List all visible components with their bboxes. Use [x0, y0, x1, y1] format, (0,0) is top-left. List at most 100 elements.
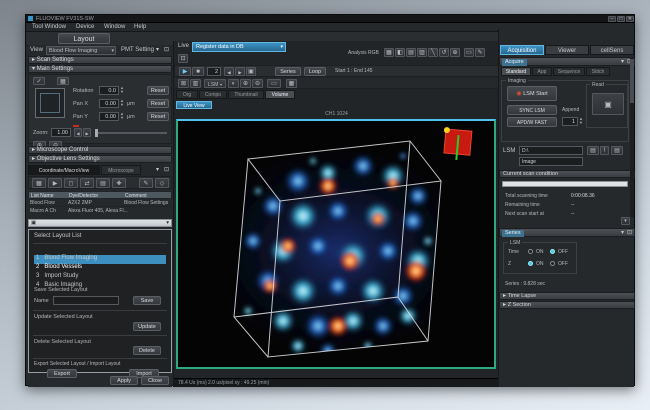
rotation-spinner[interactable]: ▲▼ — [120, 86, 124, 94]
image-name-input[interactable] — [519, 157, 583, 166]
z-section-bar[interactable]: ▸ Z Section — [499, 301, 635, 309]
acquire-tab[interactable]: Acquire — [502, 59, 527, 66]
device-dock-icon[interactable]: ⊡ — [164, 166, 169, 173]
analysis-grid-icon[interactable]: ▦ — [384, 48, 394, 57]
rotation-input[interactable] — [99, 86, 119, 95]
layout-name-input[interactable] — [53, 296, 119, 305]
menu-device[interactable]: Device — [76, 24, 94, 30]
analysis-add-icon[interactable]: ⊕ — [450, 48, 460, 57]
frame-count-input[interactable] — [207, 67, 221, 76]
loop-button[interactable]: Loop — [304, 67, 326, 76]
expand-down-icon[interactable]: ▾ — [621, 217, 630, 225]
pmt-setting-tab[interactable]: PMT Setting — [121, 47, 154, 53]
pan-y-reset-button[interactable]: Reset — [147, 112, 169, 121]
panel-dock-icon[interactable]: ⊡ — [164, 46, 169, 53]
tab-stitch[interactable]: Stitch — [586, 67, 610, 76]
time-off-radio[interactable] — [550, 249, 555, 254]
scan-area-preview[interactable] — [35, 88, 65, 118]
list-item[interactable]: 1Blood Flow Imaging — [34, 246, 166, 255]
tab-sequence[interactable]: Sequence — [553, 67, 585, 76]
grid-toggle-icon[interactable]: ▦ — [57, 77, 69, 85]
menu-window[interactable]: Window — [104, 24, 125, 30]
play-icon[interactable]: ▶ — [179, 67, 191, 76]
series-caret-icon[interactable]: ▾ — [621, 230, 624, 237]
zoom-inc-icon[interactable]: ▶ — [83, 128, 91, 137]
export-button[interactable]: Export — [47, 369, 77, 378]
zoom-out-icon[interactable]: ⊖ — [252, 79, 263, 88]
rect-icon[interactable]: ▭ — [267, 79, 281, 88]
zoom-input[interactable] — [51, 128, 71, 137]
folder-open-icon[interactable]: ▤ — [587, 146, 599, 155]
tab-compo[interactable]: Compo — [199, 90, 227, 99]
collapse-icon[interactable]: ▾ — [166, 220, 169, 226]
device-caret-icon[interactable]: ▾ — [156, 166, 159, 173]
z-on-radio[interactable] — [528, 261, 533, 266]
pan-x-spinner[interactable]: ▲▼ — [120, 99, 124, 107]
save-button[interactable]: Save — [133, 296, 161, 305]
pen-icon[interactable]: ✎ — [139, 178, 153, 188]
update-button[interactable]: Update — [133, 322, 161, 331]
time-lapse-bar[interactable]: ▸ Time Lapse — [499, 292, 635, 300]
stage-icon[interactable]: ◻ — [64, 178, 78, 188]
delete-button[interactable]: Delete — [133, 346, 161, 355]
menu-help[interactable]: Help — [134, 24, 146, 30]
cell-icon[interactable]: ▥ — [190, 79, 201, 88]
swap-icon[interactable]: ⇄ — [80, 178, 94, 188]
scan-settings-bar[interactable]: ▸ Scan Settings — [28, 56, 172, 64]
series-button[interactable]: Series — [275, 67, 301, 76]
apd-fast-button[interactable]: APD/W FAST — [507, 117, 557, 127]
list-item-selected[interactable]: 2Blood Vessels — [34, 255, 166, 264]
play-icon[interactable]: ▶ — [48, 178, 62, 188]
next-frame-icon[interactable]: ▶ — [235, 67, 245, 76]
panel-caret-icon[interactable]: ▾ — [156, 46, 159, 53]
tab-coordinate-macroview[interactable]: Coordinate/MacroView — [28, 165, 100, 175]
time-on-radio[interactable] — [528, 249, 533, 254]
microscope-control-bar[interactable]: ▸ Microscope Control — [28, 146, 172, 154]
stop-icon[interactable]: ■ — [192, 67, 204, 76]
pan-x-reset-button[interactable]: Reset — [147, 99, 169, 108]
series-dock-icon[interactable]: ⊡ — [627, 230, 632, 237]
settings-icon[interactable]: ◇ — [155, 178, 169, 188]
list-icon[interactable]: ▤ — [96, 178, 110, 188]
menu-tool-window[interactable]: Tool Window — [32, 24, 66, 30]
tab-standard[interactable]: Standard — [501, 67, 531, 76]
pan-x-input[interactable] — [99, 99, 119, 108]
analysis-hatch-icon[interactable]: ▨ — [417, 48, 427, 57]
zoom-in-icon[interactable]: ⊕ — [240, 79, 251, 88]
frame-icon[interactable]: ▣ — [246, 67, 256, 76]
list-item[interactable]: 4Basic Imaging — [34, 273, 166, 282]
zoom-slider-thumb[interactable] — [95, 129, 98, 137]
tab-thumbnail[interactable]: Thumbnail — [228, 90, 264, 99]
scrollbar-thumb[interactable] — [630, 59, 634, 103]
read-image-button[interactable]: ▣ — [592, 93, 624, 115]
apply-button[interactable]: Apply — [110, 376, 138, 385]
analysis-line-icon[interactable]: ╲ — [428, 48, 438, 57]
header-caret-icon[interactable]: ▾ — [621, 59, 624, 66]
objective-lens-bar[interactable]: ▸ Objective Lens Settings — [28, 155, 172, 163]
analysis-split-icon[interactable]: ◧ — [395, 48, 405, 57]
append-spinner[interactable]: ▲▼ — [579, 117, 583, 125]
tab-viewer[interactable]: Viewer — [545, 45, 589, 55]
table-row[interactable]: Macro A Ch Alexa Fluor 405, Alexa Fl... — [28, 207, 172, 215]
folder-icon[interactable]: ▤ — [611, 146, 623, 155]
register-db-dropdown[interactable]: Register data in DB ▾ — [192, 42, 286, 52]
tab-app[interactable]: App — [532, 67, 552, 76]
image-viewport[interactable] — [176, 119, 496, 369]
pan-y-spinner[interactable]: ▲▼ — [120, 112, 124, 120]
grid-icon[interactable]: ▦ — [286, 79, 297, 88]
preset-dropdown[interactable]: Blood Flow Imaging ▾ — [46, 46, 116, 55]
grid-icon[interactable]: ▦ — [32, 178, 46, 188]
minimize-icon[interactable]: – — [608, 16, 616, 22]
right-scrollbar[interactable] — [630, 57, 634, 217]
rotation-reset-button[interactable]: Reset — [147, 86, 169, 95]
tab-org[interactable]: Org — [176, 90, 198, 99]
list-icon[interactable]: ▣ — [31, 220, 36, 226]
zoom-dec-icon[interactable]: ◀ — [74, 128, 82, 137]
analysis-pen-icon[interactable]: ✎ — [475, 48, 485, 57]
z-off-radio[interactable] — [550, 261, 555, 266]
cross-icon[interactable]: ⊠ — [178, 79, 189, 88]
prev-frame-icon[interactable]: ◀ — [224, 67, 234, 76]
analysis-rect-icon[interactable]: ▭ — [464, 48, 474, 57]
analysis-rotate-icon[interactable]: ↺ — [439, 48, 449, 57]
series-tab[interactable]: Series — [502, 230, 524, 237]
